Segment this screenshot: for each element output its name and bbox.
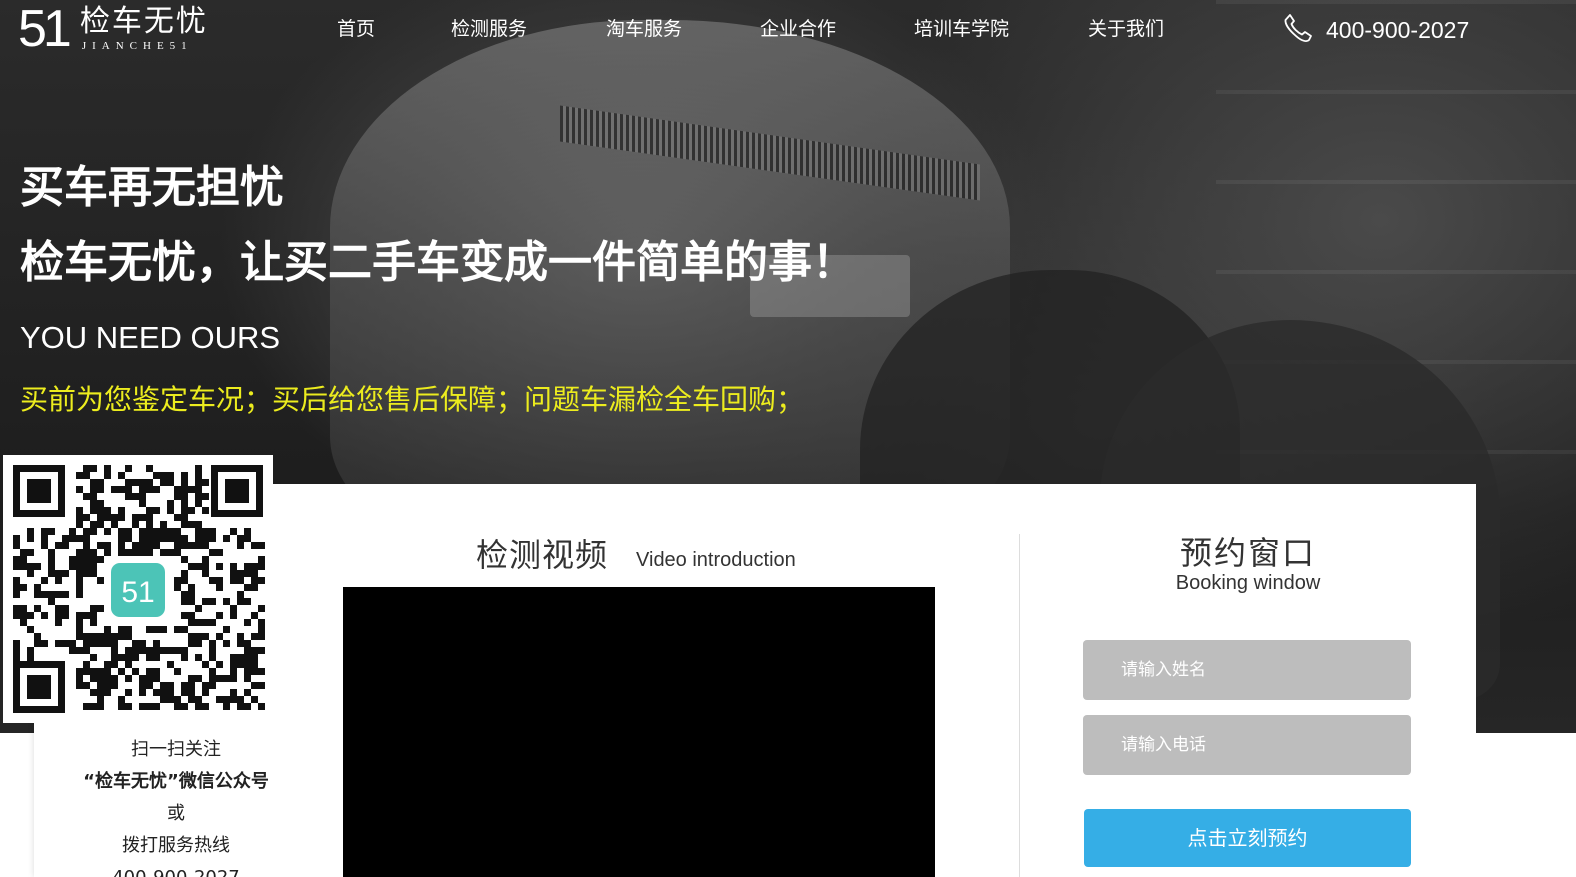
nav-home[interactable]: 首页 <box>337 14 375 44</box>
video-section-title: 检测视频 Video introduction <box>476 530 796 576</box>
video-player[interactable] <box>343 587 935 877</box>
booking-title-en: Booking window <box>1175 572 1321 594</box>
logo-mark: 51 <box>18 0 72 58</box>
video-title-cn: 检测视频 <box>476 536 609 574</box>
qr-badge-logo: 51 <box>121 576 154 609</box>
site-logo[interactable]: 51 检车无忧 JIANCHE51 <box>18 0 208 58</box>
nav-training-academy[interactable]: 培训车学院 <box>914 14 1009 44</box>
booking-title-cn: 预约窗口 <box>1179 534 1316 572</box>
nav-enterprise-cooperation[interactable]: 企业合作 <box>760 14 836 44</box>
book-now-button[interactable]: 点击立刻预约 <box>1084 809 1411 867</box>
nav-car-buying-service[interactable]: 淘车服务 <box>606 14 682 44</box>
logo-subtitle: JIANCHE51 <box>81 40 193 52</box>
hero-service-promise: 买前为您鉴定车况；买后给您售后保障；问题车漏检全车回购； <box>20 383 805 416</box>
hero-english-tagline: YOU NEED OURS <box>20 320 281 355</box>
phone-number: 400-900-2027 <box>1326 16 1470 43</box>
phone-input[interactable]: 请输入电话 <box>1083 715 1411 775</box>
hero-subheadline: 检车无忧，让买二手车变成一件简单的事！ <box>20 237 856 288</box>
nav-inspection-service[interactable]: 检测服务 <box>451 14 527 44</box>
header-phone[interactable]: 400-900-2027 <box>1282 12 1469 48</box>
name-input[interactable]: 请输入姓名 <box>1083 640 1411 700</box>
logo-name: 检车无忧 <box>79 4 208 39</box>
hero-headline: 买车再无担忧 <box>20 162 284 213</box>
video-title-en: Video introduction <box>636 549 796 571</box>
phone-icon <box>1282 12 1314 48</box>
logo-text: 检车无忧 JIANCHE51 <box>80 4 208 52</box>
nav-about-us[interactable]: 关于我们 <box>1088 14 1164 44</box>
wechat-qr-code: 51 <box>3 455 273 723</box>
